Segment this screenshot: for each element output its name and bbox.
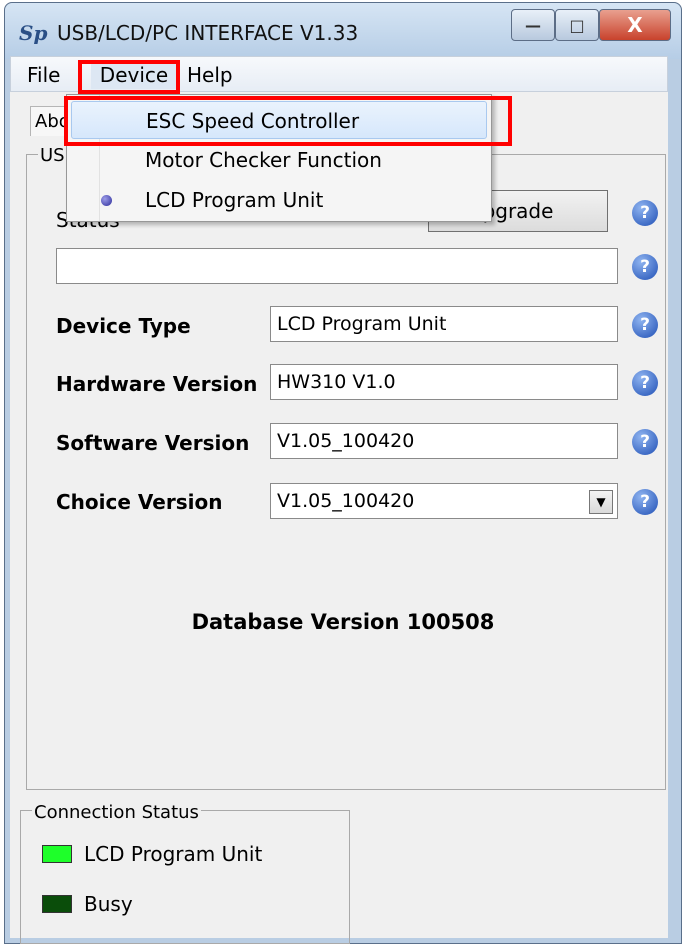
software-version-field[interactable]: V1.05_100420 — [270, 423, 618, 459]
software-version-label: Software Version — [56, 431, 250, 455]
device-type-field[interactable]: LCD Program Unit — [270, 306, 618, 342]
app-logo-icon: Sp — [19, 21, 48, 45]
help-icon[interactable]: ? — [632, 370, 658, 396]
choice-version-label: Choice Version — [56, 490, 223, 514]
device-type-label: Device Type — [56, 314, 191, 338]
connection-status-group — [20, 810, 350, 944]
help-icon[interactable]: ? — [632, 489, 658, 515]
busy-status-label: Busy — [84, 892, 133, 916]
chevron-down-icon[interactable]: ▼ — [589, 490, 613, 514]
database-version-text: Database Version 100508 — [191, 610, 495, 634]
maximize-button[interactable]: □ — [555, 9, 599, 41]
window-title: USB/LCD/PC INTERFACE V1.33 — [57, 21, 359, 45]
choice-version-value: V1.05_100420 — [277, 490, 415, 512]
hardware-version-label: Hardware Version — [56, 372, 258, 396]
title-bar[interactable]: Sp USB/LCD/PC INTERFACE V1.33 — □ X — [5, 3, 681, 59]
status-field[interactable] — [56, 248, 618, 284]
help-icon[interactable]: ? — [632, 429, 658, 455]
menu-item-lcd-program-unit[interactable]: LCD Program Unit — [71, 181, 487, 219]
minimize-button[interactable]: — — [511, 9, 555, 41]
menu-item-label: LCD Program Unit — [145, 188, 324, 212]
radio-selected-icon — [101, 195, 112, 206]
busy-status-led — [42, 895, 72, 913]
menu-file[interactable]: File — [27, 61, 60, 89]
choice-version-select[interactable]: V1.05_100420 ▼ — [270, 483, 618, 519]
annotation-highlight-esc-item — [64, 96, 512, 146]
help-icon[interactable]: ? — [632, 312, 658, 338]
menu-item-motor-checker[interactable]: Motor Checker Function — [71, 141, 487, 179]
lcd-status-led — [42, 845, 72, 863]
menu-help[interactable]: Help — [187, 61, 233, 89]
hardware-version-field[interactable]: HW310 V1.0 — [270, 364, 618, 400]
help-icon[interactable]: ? — [632, 254, 658, 280]
connection-status-legend: Connection Status — [32, 802, 201, 823]
menu-item-label: Motor Checker Function — [145, 148, 382, 172]
annotation-highlight-device-menu — [78, 60, 180, 94]
lcd-status-label: LCD Program Unit — [84, 842, 263, 866]
close-button[interactable]: X — [599, 9, 671, 41]
help-icon[interactable]: ? — [632, 200, 658, 226]
